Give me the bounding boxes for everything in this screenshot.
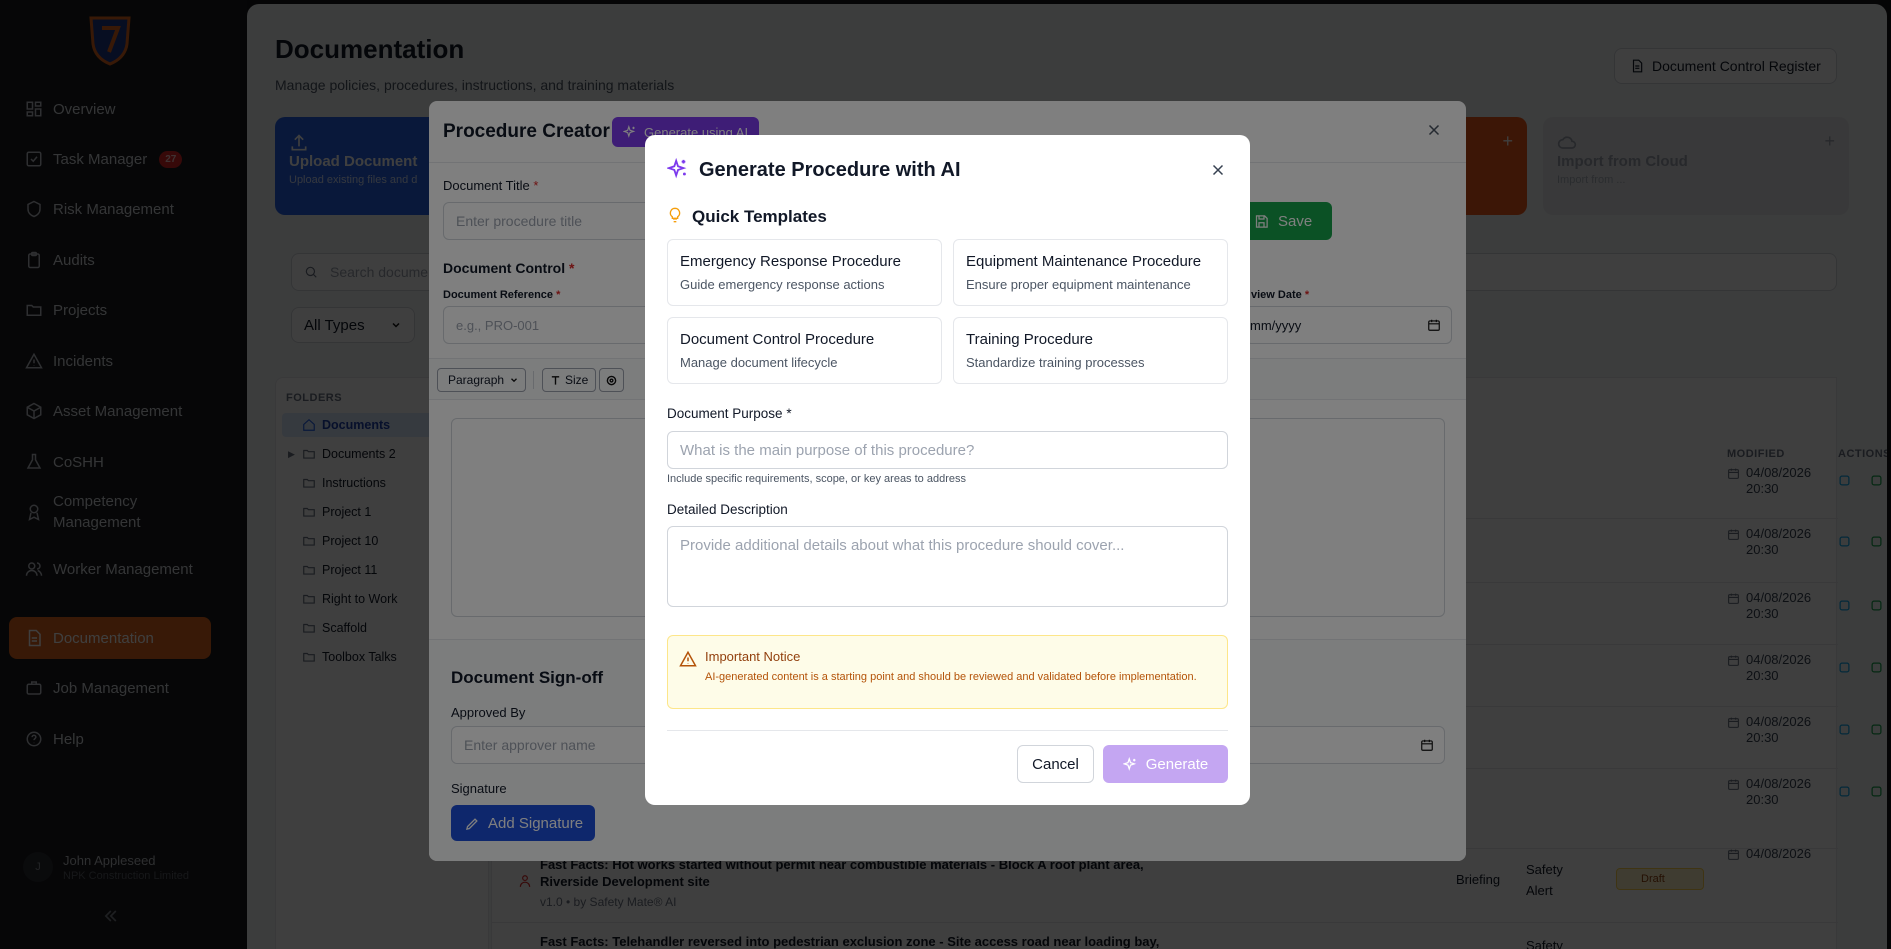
detailed-description-label: Detailed Description bbox=[667, 502, 788, 517]
generate-button[interactable]: Generate bbox=[1103, 745, 1228, 783]
template-name: Equipment Maintenance Procedure bbox=[966, 253, 1202, 270]
warning-icon bbox=[679, 650, 697, 668]
lightbulb-icon bbox=[667, 206, 683, 224]
label-text: Document Purpose bbox=[667, 406, 783, 421]
purpose-help-text: Include specific requirements, scope, or… bbox=[667, 473, 966, 485]
placeholder: Provide additional details about what th… bbox=[680, 537, 1125, 554]
template-description: Ensure proper equipment maintenance bbox=[966, 277, 1191, 292]
template-description: Guide emergency response actions bbox=[680, 277, 885, 292]
sparkles-icon bbox=[1122, 756, 1138, 772]
dialog-title: Generate Procedure with AI bbox=[699, 159, 961, 181]
dialog-divider bbox=[667, 730, 1228, 731]
template-name: Emergency Response Procedure bbox=[680, 253, 901, 270]
document-purpose-label: Document Purpose * bbox=[667, 406, 792, 421]
detailed-description-textarea[interactable]: Provide additional details about what th… bbox=[667, 526, 1228, 607]
template-equipment-maintenance[interactable]: Equipment Maintenance Procedure Ensure p… bbox=[953, 239, 1228, 306]
template-emergency-response[interactable]: Emergency Response Procedure Guide emerg… bbox=[667, 239, 942, 306]
generate-procedure-ai-dialog: Generate Procedure with AI Quick Templat… bbox=[645, 135, 1250, 805]
template-document-control[interactable]: Document Control Procedure Manage docume… bbox=[667, 317, 942, 384]
notice-text: AI-generated content is a starting point… bbox=[705, 671, 1197, 683]
important-notice: Important Notice AI-generated content is… bbox=[667, 635, 1228, 709]
quick-templates-title: Quick Templates bbox=[692, 207, 827, 226]
template-name: Document Control Procedure bbox=[680, 331, 875, 348]
notice-title: Important Notice bbox=[705, 649, 801, 664]
template-name: Training Procedure bbox=[966, 331, 1094, 348]
generate-label: Generate bbox=[1145, 755, 1209, 773]
close-icon[interactable] bbox=[1209, 161, 1227, 179]
template-description: Manage document lifecycle bbox=[680, 355, 838, 370]
sparkles-icon bbox=[665, 157, 689, 180]
template-description: Standardize training processes bbox=[966, 355, 1145, 370]
template-training[interactable]: Training Procedure Standardize training … bbox=[953, 317, 1228, 384]
document-purpose-input[interactable]: What is the main purpose of this procedu… bbox=[667, 431, 1228, 469]
placeholder: What is the main purpose of this procedu… bbox=[680, 441, 975, 459]
cancel-button[interactable]: Cancel bbox=[1017, 745, 1094, 783]
